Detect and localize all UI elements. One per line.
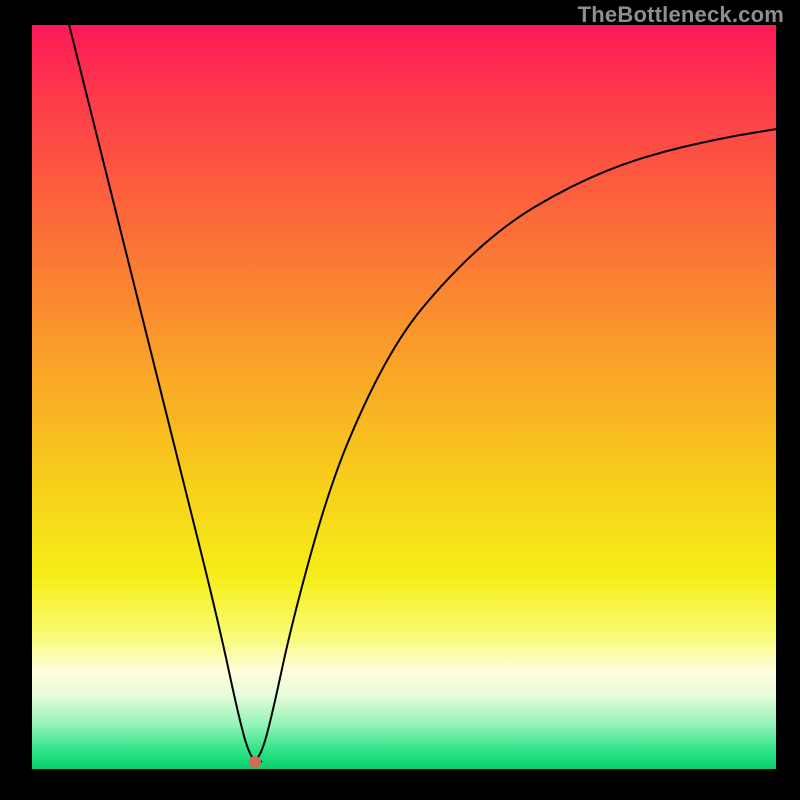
plot-area: [32, 25, 776, 769]
optimum-marker: [249, 756, 261, 768]
watermark-text: TheBottleneck.com: [578, 2, 784, 28]
bottleneck-curve: [32, 25, 776, 769]
chart-frame: TheBottleneck.com: [0, 0, 800, 800]
